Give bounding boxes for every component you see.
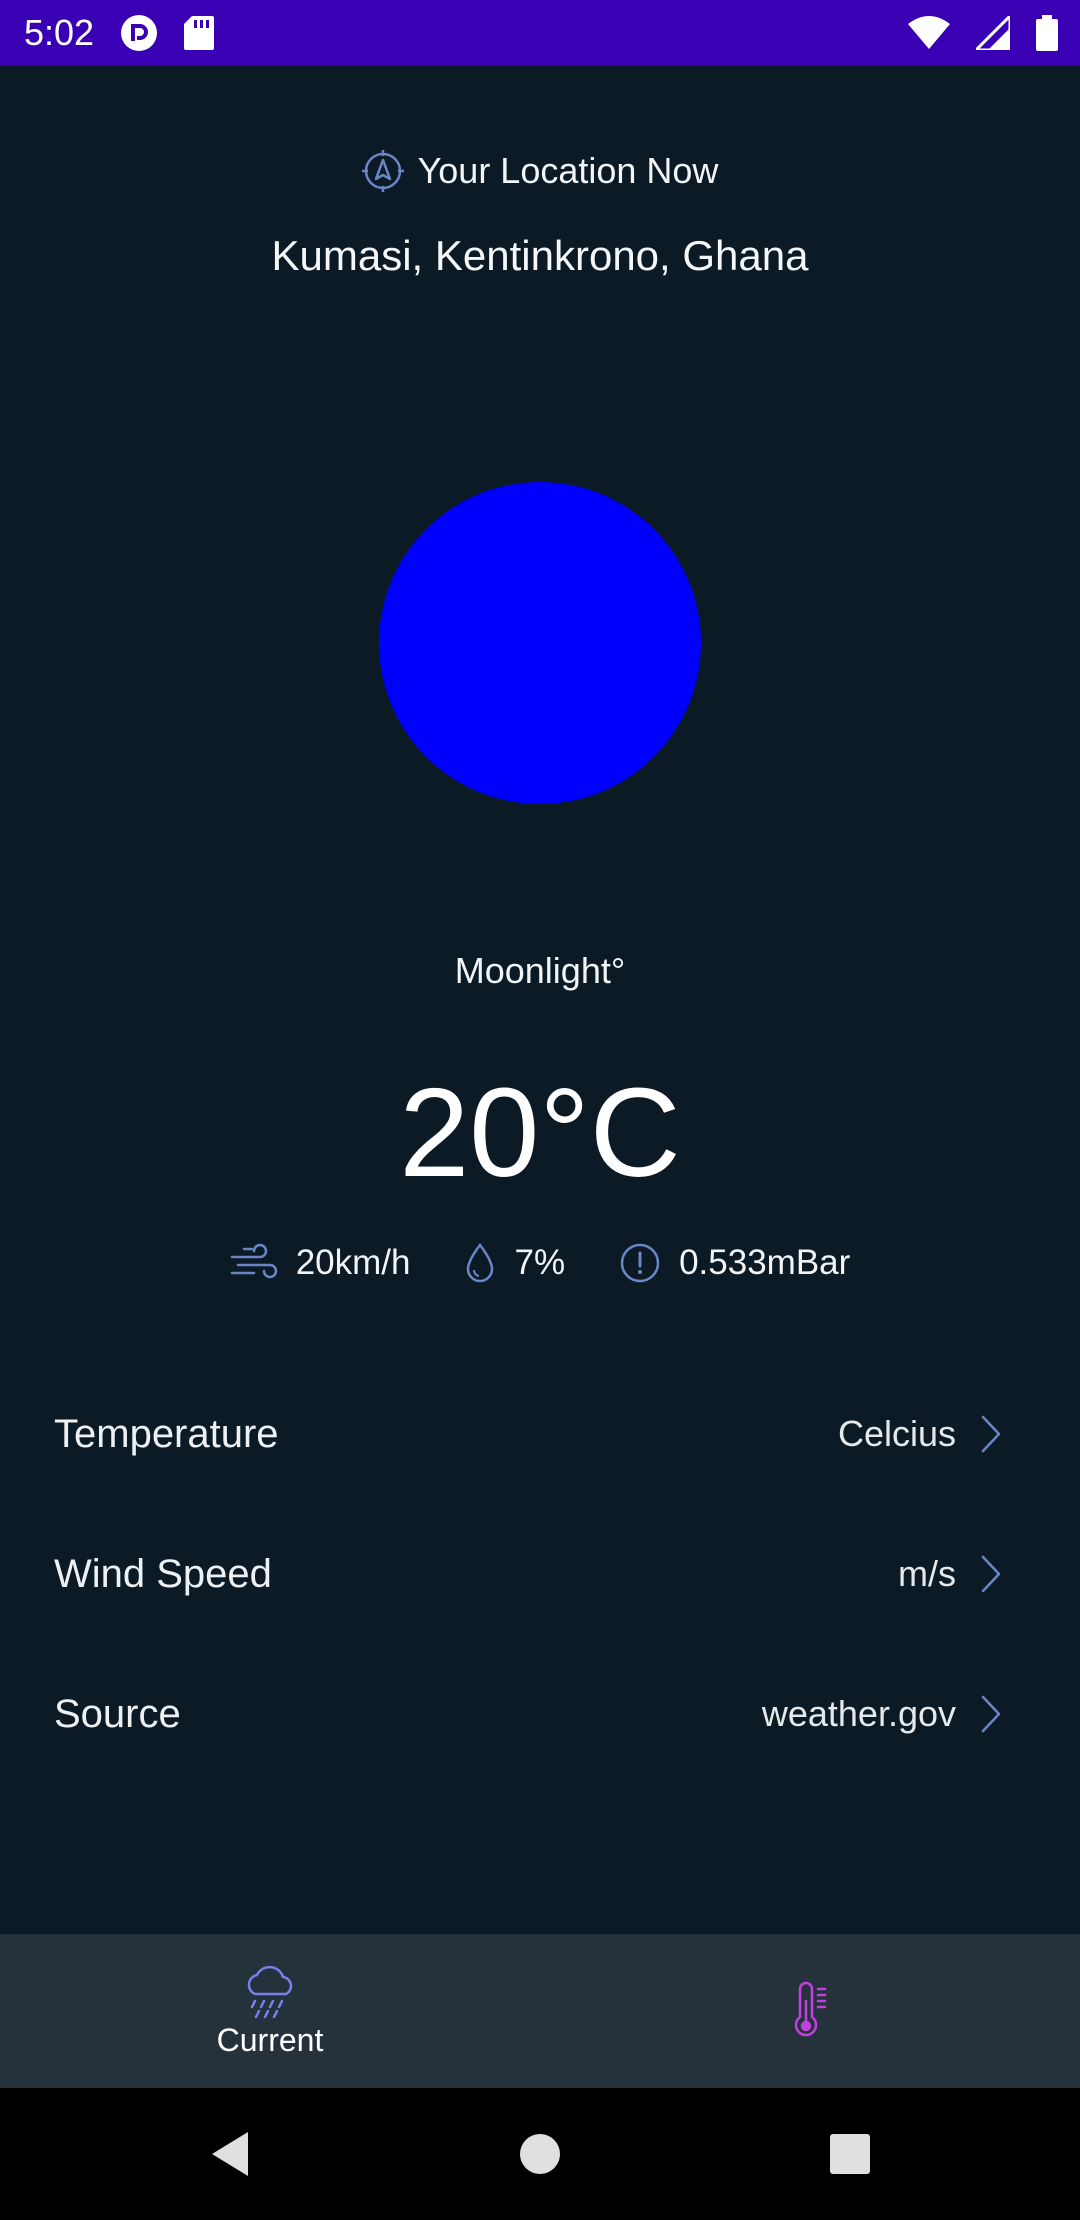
location-header-label: Your Location Now	[417, 150, 719, 191]
setting-label: Source	[54, 1691, 181, 1736]
humidity-stat: 7%	[464, 1242, 565, 1284]
sd-card-icon	[184, 15, 215, 51]
nav-temperature[interactable]	[540, 1934, 1080, 2088]
battery-icon	[1036, 15, 1058, 51]
navigation-arrow-icon	[361, 150, 404, 192]
pressure-value: 0.533mBar	[679, 1243, 851, 1282]
cloud-rain-icon	[241, 1964, 299, 2020]
system-navigation-bar	[0, 2088, 1080, 2220]
current-temperature: 20°C	[399, 1062, 681, 1203]
setting-value: m/s	[898, 1553, 956, 1594]
status-bar: 5:02	[0, 0, 1080, 66]
recents-button[interactable]	[795, 2099, 905, 2209]
setting-wind-speed-unit[interactable]: Wind Speed m/s	[0, 1504, 1080, 1644]
chevron-right-icon	[980, 1414, 1002, 1454]
weather-screen: Your Location Now Kumasi, Kentinkrono, G…	[0, 66, 1080, 1934]
bottom-navigation: Current	[0, 1934, 1080, 2088]
signal-icon	[976, 16, 1010, 50]
chevron-right-icon	[980, 1554, 1002, 1594]
wind-value: 20km/h	[295, 1243, 411, 1282]
pressure-stat: 0.533mBar	[619, 1242, 850, 1284]
chevron-right-icon	[980, 1694, 1002, 1734]
alert-circle-icon	[619, 1242, 661, 1284]
wind-stat: 20km/h	[230, 1243, 411, 1283]
nav-current-label: Current	[216, 2021, 324, 2058]
weather-stats: 20km/h 7% 0.533mBar	[0, 1242, 1080, 1284]
status-time: 5:02	[24, 12, 95, 53]
humidity-value: 7%	[514, 1243, 566, 1282]
weather-condition: Moonlight°	[454, 950, 626, 991]
pocket-casts-icon	[120, 14, 158, 52]
droplet-icon	[464, 1242, 496, 1284]
location-header: Your Location Now	[0, 150, 1080, 192]
setting-value: Celcius	[837, 1413, 956, 1454]
weather-orb	[379, 482, 701, 804]
nav-current[interactable]: Current	[0, 1934, 540, 2088]
wifi-icon	[908, 16, 950, 50]
thermometer-icon	[790, 1981, 830, 2041]
setting-temperature-unit[interactable]: Temperature Celcius	[0, 1364, 1080, 1504]
wind-icon	[230, 1243, 278, 1283]
setting-source[interactable]: Source weather.gov	[0, 1644, 1080, 1784]
location-place: Kumasi, Kentinkrono, Ghana	[271, 232, 809, 279]
settings-list: Temperature Celcius Wind Speed m/s Sourc…	[0, 1364, 1080, 1784]
home-button[interactable]	[485, 2099, 595, 2209]
setting-label: Temperature	[54, 1411, 279, 1456]
setting-value: weather.gov	[761, 1693, 956, 1734]
back-button[interactable]	[175, 2099, 285, 2209]
setting-label: Wind Speed	[54, 1551, 272, 1596]
